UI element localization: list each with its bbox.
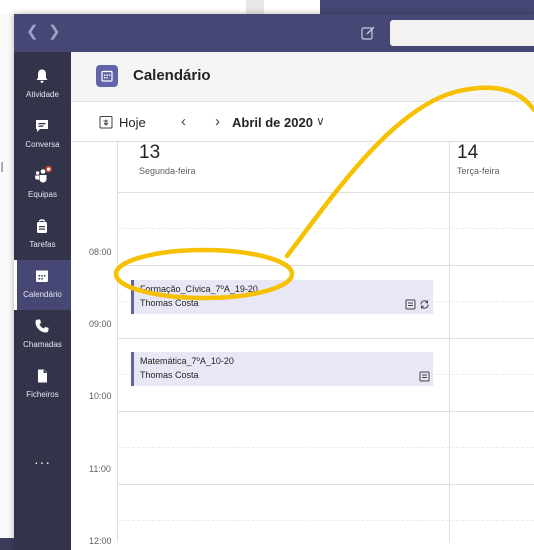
new-chat-icon[interactable] [360,25,376,41]
half-hour-line [117,447,534,448]
calendar-icon [36,270,48,282]
day-number: 13 [139,142,161,163]
rail-item-tarefas[interactable]: Tarefas [14,210,71,260]
next-week-button[interactable]: › [215,113,220,130]
chat-icon [36,120,48,132]
hour-line [117,411,534,412]
time-label: 11:00 [89,464,111,474]
half-hour-line [117,228,534,229]
recurring-icon [420,300,429,309]
rail-label: Chamadas [23,340,62,349]
rail-item-chamadas[interactable]: Chamadas [14,310,71,360]
hour-line [117,192,534,193]
calendar-main: Calendário Hoje ‹ › Abril de 2020 ∨ 13 S… [71,52,534,550]
screenshot: I ❮ ❯ Atividade Conversa Equipas Tarefas… [0,0,534,550]
rail-item-atividade[interactable]: Atividade [14,60,71,110]
event-organizer: Thomas Costa [140,370,199,380]
rail-label: Conversa [25,140,60,149]
half-hour-line [117,520,534,521]
previous-week-button[interactable]: ‹ [181,113,186,130]
calendar-app-icon [96,65,118,87]
today-icon[interactable] [99,115,113,129]
calendar-toolbar: Hoje ‹ › Abril de 2020 ∨ [71,102,534,142]
page-title: Calendário [133,67,211,84]
calendar-event[interactable]: Formação_Cívica_7ºA_19-20 Thomas Costa [131,280,433,314]
time-label: 09:00 [89,319,112,329]
background-scrollbar [246,0,264,14]
background-page-left [0,14,14,550]
event-title: Matemática_7ºA_10-20 [140,356,234,366]
calendar-header: Calendário [71,52,534,102]
phone-icon [35,319,49,333]
forward-arrow-icon[interactable]: ❯ [48,24,61,40]
chevron-down-icon[interactable]: ∨ [316,114,325,128]
background-text: I [0,159,5,176]
calendar-event[interactable]: Matemática_7ºA_10-20 Thomas Costa [131,352,433,386]
search-input[interactable] [390,20,534,46]
hour-line [117,484,534,485]
file-icon [38,369,47,383]
event-title: Formação_Cívica_7ºA_19-20 [140,284,258,294]
bell-icon [36,69,48,83]
rail-label: Tarefas [29,240,56,249]
teams-window: ❮ ❯ Atividade Conversa Equipas Tarefas C… [14,14,534,550]
event-organizer: Thomas Costa [140,298,199,308]
meeting-notes-icon [419,371,430,382]
rail-label: Equipas [28,190,57,199]
app-rail: Atividade Conversa Equipas Tarefas Calen… [14,52,71,550]
time-label: 12:00 [89,536,112,546]
hour-line [117,338,534,339]
meeting-notes-icon [405,299,416,310]
rail-label: Ficheiros [26,390,59,399]
time-label: 10:00 [89,391,112,401]
rail-item-conversa[interactable]: Conversa [14,110,71,160]
back-arrow-icon[interactable]: ❮ [26,24,39,40]
day-name: Segunda-feira [139,166,196,176]
background-window-top [320,0,534,14]
day-name: Terça-feira [457,166,500,176]
day-number: 14 [457,142,479,163]
time-label: 08:00 [89,247,112,257]
day-header-tuesday[interactable]: 14 Terça-feira [457,142,500,192]
month-selector[interactable]: Abril de 2020 [232,115,313,130]
teams-icon [35,165,52,183]
hour-line [117,265,534,266]
assignments-icon [37,219,47,233]
today-button[interactable]: Hoje [119,115,146,130]
title-bar: ❮ ❯ [14,14,534,52]
day-header-monday[interactable]: 13 Segunda-feira [139,142,196,192]
rail-label: Atividade [26,90,59,99]
rail-item-calendario[interactable]: Calendário [14,260,71,310]
more-apps-button[interactable]: ··· [14,454,71,470]
rail-label: Calendário [23,290,62,299]
rail-item-ficheiros[interactable]: Ficheiros [14,360,71,410]
rail-item-equipas[interactable]: Equipas [14,160,71,210]
